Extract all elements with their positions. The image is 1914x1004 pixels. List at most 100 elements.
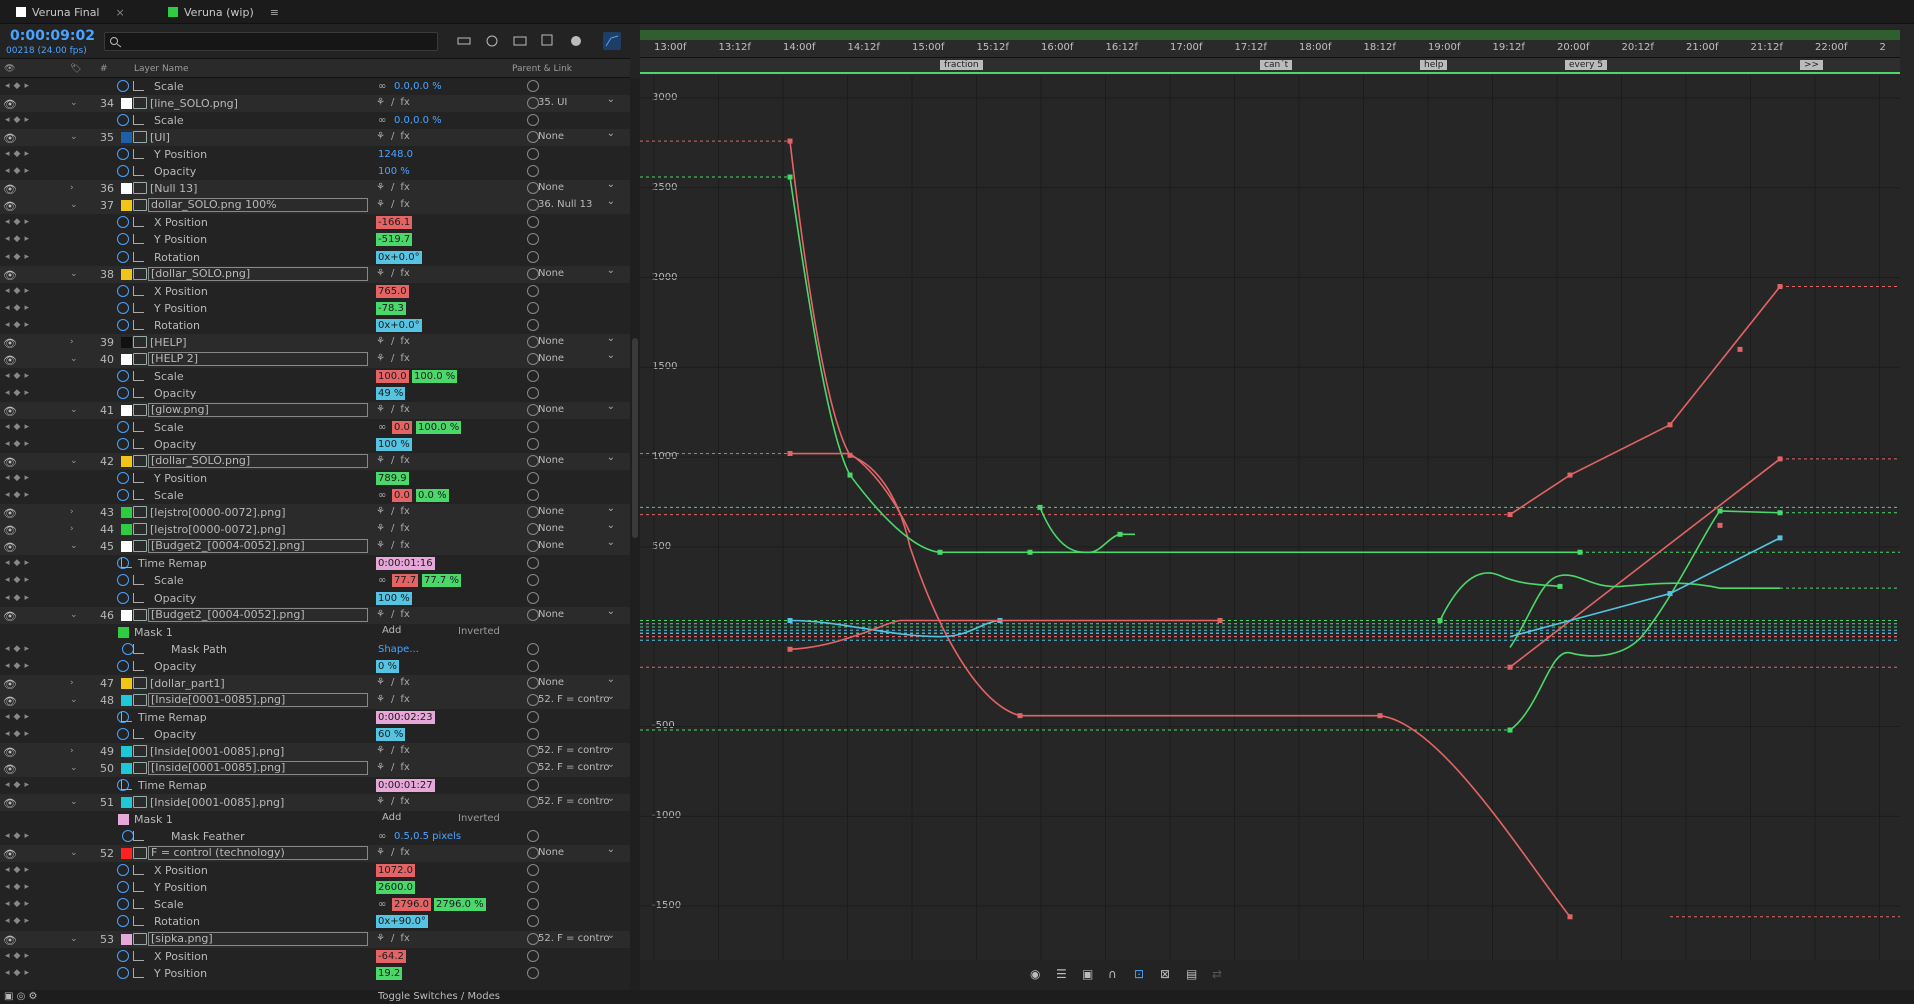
shy-icon[interactable]: ⚘ (376, 694, 385, 705)
graph-toggle-icon[interactable] (133, 166, 144, 177)
frame-icon[interactable]: ▤ (1186, 967, 1204, 983)
close-icon[interactable]: × (116, 6, 125, 19)
constrain-link-icon[interactable]: ∞ (376, 80, 388, 93)
layer-switches[interactable]: ⚘ / fx (376, 796, 410, 807)
eye-icon[interactable]: 👁 (3, 934, 17, 947)
parent-dropdown[interactable]: None (534, 502, 618, 519)
quality-icon[interactable]: / (391, 268, 394, 279)
scroll-thumb[interactable] (632, 338, 638, 538)
label-color-swatch[interactable] (118, 626, 129, 638)
layer-name[interactable]: [Budget2_[0004-0052].png] (148, 607, 368, 622)
shy-icon[interactable]: ⚘ (376, 506, 385, 517)
graph-editor-icon[interactable] (603, 32, 621, 50)
curve-red-flat[interactable] (789, 619, 1220, 651)
property-row[interactable]: ◂◆▸ Time Remap 0:00:01:27 (0, 777, 630, 795)
expression-pickwhip-icon[interactable] (527, 881, 539, 894)
eye-icon[interactable]: 👁 (3, 98, 17, 111)
property-row[interactable]: ◂◆▸ Y Position 19.2 (0, 964, 630, 982)
expression-pickwhip-icon[interactable] (527, 369, 539, 382)
quality-icon[interactable]: / (391, 353, 394, 364)
eye-icon[interactable]: 👁 (3, 405, 17, 418)
layer-name[interactable]: [lejstro[0000-0072].png] (150, 523, 366, 536)
quality-icon[interactable]: / (391, 131, 394, 142)
stopwatch-icon[interactable] (117, 148, 129, 161)
property-value[interactable]: 100 % (376, 438, 412, 452)
eye-icon[interactable]: 👁 (3, 541, 17, 554)
expression-pickwhip-icon[interactable] (527, 591, 539, 604)
expression-pickwhip-icon[interactable] (527, 233, 539, 246)
property-row[interactable]: ◂◆▸ X Position 1072.0 (0, 862, 630, 880)
constrain-link-icon[interactable]: ∞ (376, 898, 388, 911)
twirl-icon[interactable]: ⌄ (70, 610, 80, 620)
stopwatch-icon[interactable] (117, 591, 129, 604)
stopwatch-icon[interactable] (117, 864, 129, 877)
fx-icon[interactable]: fx (400, 847, 409, 858)
layer-switches[interactable]: ⚘ / fx (376, 131, 410, 142)
quality-icon[interactable]: / (391, 745, 394, 756)
property-value[interactable]: 0 % (376, 659, 400, 673)
property-value[interactable]: 0x+0.0° (376, 318, 422, 332)
property-row[interactable]: ◂◆▸ Opacity 100 % (0, 163, 630, 181)
graph-toggle-icon[interactable] (133, 916, 144, 927)
draft-3d-icon[interactable] (483, 32, 501, 50)
keyframe-nav-icon[interactable]: ◂◆▸ (5, 252, 33, 262)
quality-icon[interactable]: / (391, 506, 394, 517)
property-value-2[interactable]: 100.0 % (412, 369, 458, 383)
layer-name[interactable]: [lejstro[0000-0072].png] (150, 506, 366, 519)
graph-toggle-icon[interactable] (133, 950, 144, 961)
label-color-swatch[interactable] (121, 507, 132, 519)
eye-icon[interactable]: 👁 (3, 695, 17, 708)
property-value-2[interactable]: 2796.0 % (434, 898, 486, 912)
stopwatch-icon[interactable] (117, 233, 129, 246)
keyframe-nav-icon[interactable]: ◂◆▸ (5, 320, 33, 330)
parent-dropdown[interactable]: None (534, 519, 618, 536)
twirl-icon[interactable]: ⌄ (70, 456, 80, 466)
eye-icon[interactable]: 👁 (3, 524, 17, 537)
layer-name[interactable]: [Inside[0001-0085].png] (148, 761, 368, 775)
keyframe-nav-icon[interactable]: ◂◆▸ (5, 422, 33, 432)
graph-toggle-icon[interactable] (133, 575, 144, 586)
keyframe[interactable] (1777, 510, 1783, 516)
comp-marker[interactable]: fraction (940, 60, 983, 70)
layer-name[interactable]: [dollar_SOLO.png] (148, 266, 368, 281)
layer-switches[interactable]: ⚘ / fx (376, 540, 410, 551)
layer-switches[interactable]: ⚘ / fx (376, 694, 410, 705)
expression-pickwhip-icon[interactable] (527, 489, 539, 502)
twirl-icon[interactable]: ⌄ (70, 405, 80, 415)
stopwatch-icon[interactable] (117, 250, 129, 263)
keyframe[interactable] (1577, 549, 1583, 555)
expression-pickwhip-icon[interactable] (527, 898, 539, 911)
stopwatch-icon[interactable] (117, 284, 129, 297)
layer-switches[interactable]: ⚘ / fx (376, 199, 410, 210)
keyframe[interactable] (1017, 713, 1023, 719)
inverted-checkbox[interactable]: Inverted (458, 626, 500, 637)
curve-green[interactable] (789, 176, 1580, 554)
keyframe[interactable] (1717, 508, 1723, 514)
stopwatch-icon[interactable] (117, 659, 129, 672)
search-input[interactable] (104, 32, 438, 51)
fx-icon[interactable]: fx (400, 762, 409, 773)
layer-row[interactable]: 👁 ⌄ 37 dollar_SOLO.png 100% ⚘ / fx 36. Null 13 (0, 195, 630, 215)
graph-toggle-icon[interactable] (121, 780, 132, 791)
layer-switches[interactable]: ⚘ / fx (376, 762, 410, 773)
keyframe[interactable] (1037, 504, 1043, 510)
graph-toggle-icon[interactable] (133, 251, 144, 262)
fx-icon[interactable]: fx (400, 268, 409, 279)
keyframe[interactable] (1777, 535, 1783, 541)
expression-pickwhip-icon[interactable] (527, 80, 539, 92)
eye-icon[interactable]: 👁 (3, 456, 17, 469)
property-row[interactable]: ◂◆▸ Mask Feather ∞ 0.5,0.5 pixels (0, 828, 630, 846)
layer-switches[interactable]: ⚘ / fx (376, 455, 410, 466)
layer-row[interactable]: 👁 › 49 [Inside[0001-0085].png] ⚘ / fx 52. F = c… (0, 741, 630, 760)
mask-row[interactable]: Mask 1 Add Inverted (0, 623, 630, 641)
label-color-swatch[interactable] (121, 456, 132, 468)
stopwatch-icon[interactable] (117, 966, 129, 979)
twirl-icon[interactable]: ⌄ (70, 269, 80, 279)
parent-dropdown[interactable]: 35. UI (534, 93, 618, 110)
parent-dropdown[interactable]: None (534, 451, 618, 468)
property-row[interactable]: ◂◆▸ Rotation 0x+0.0° (0, 316, 630, 334)
graph-plot-area[interactable]: 3000 2500 2000 1500 1000 500 -500 -1000 -1500 (640, 76, 1900, 976)
expression-pickwhip-icon[interactable] (527, 574, 539, 587)
layer-name[interactable]: [sipka.png] (148, 931, 368, 946)
keyframe[interactable] (1557, 583, 1563, 589)
